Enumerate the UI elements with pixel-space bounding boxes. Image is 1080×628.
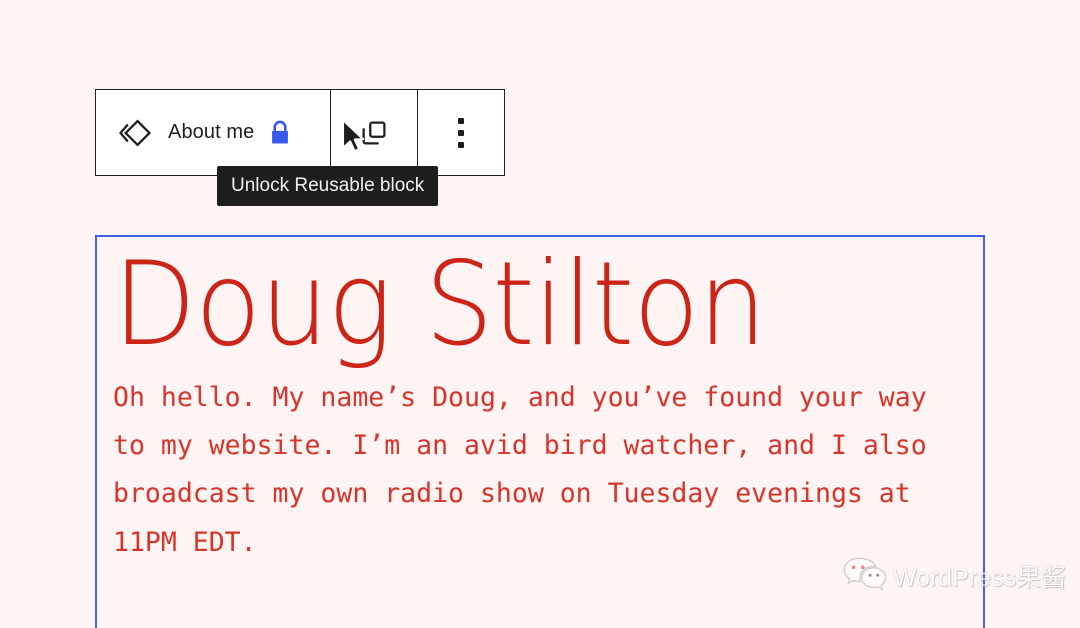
editor-canvas: About me Unlock Reusable block Doug Stil… (0, 0, 1080, 628)
copy-icon (358, 117, 390, 149)
block-breadcrumb-button[interactable]: About me (96, 90, 330, 175)
toolbar-breadcrumb-group: About me (96, 90, 330, 175)
more-vertical-icon (458, 117, 465, 148)
block-heading[interactable]: Doug Stilton (113, 237, 907, 374)
block-toolbar: About me (95, 89, 506, 176)
reusable-block-icon (118, 116, 152, 150)
block-paragraph[interactable]: Oh hello. My name’s Doug, and you’ve fou… (113, 374, 967, 567)
tooltip: Unlock Reusable block (217, 166, 439, 206)
copy-button[interactable] (331, 90, 418, 175)
lock-icon[interactable] (270, 118, 312, 148)
block-breadcrumb-label: About me (168, 121, 255, 143)
more-options-button[interactable] (418, 90, 505, 175)
reusable-block-container[interactable]: Doug Stilton Oh hello. My name’s Doug, a… (95, 235, 985, 628)
